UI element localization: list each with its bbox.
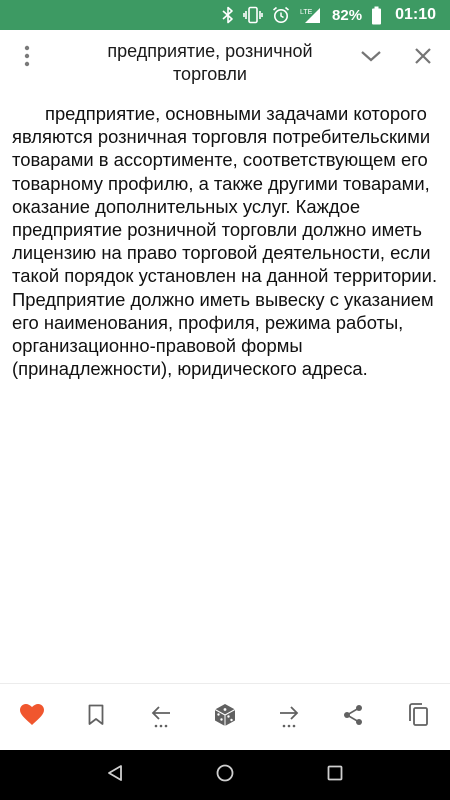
battery-percent: 82% <box>332 6 363 24</box>
heart-icon <box>20 704 45 731</box>
share-button[interactable] <box>321 684 385 751</box>
share-icon <box>342 704 364 731</box>
dice-icon <box>213 703 237 732</box>
nav-recents-button[interactable] <box>315 755 355 795</box>
page-title-line1: предприятие, розничной <box>107 41 313 61</box>
system-nav-bar <box>0 750 450 800</box>
expand-button[interactable] <box>356 44 386 72</box>
page-title: предприятие, розничной торговли <box>60 40 360 86</box>
recents-icon <box>327 765 343 786</box>
bluetooth-icon <box>222 6 234 24</box>
network-label: LTE <box>300 9 313 16</box>
copy-icon <box>407 703 429 732</box>
bookmark-button[interactable] <box>64 684 128 751</box>
nav-back-button[interactable] <box>95 755 135 795</box>
close-button[interactable] <box>409 44 437 72</box>
arrow-right-icon <box>277 702 301 733</box>
alarm-icon <box>272 6 290 24</box>
arrow-left-icon <box>149 702 173 733</box>
next-button[interactable] <box>257 684 321 751</box>
more-vert-icon <box>24 45 30 72</box>
battery-icon <box>371 6 382 25</box>
bookmark-icon <box>88 704 104 731</box>
bottom-toolbar <box>0 683 450 751</box>
previous-button[interactable] <box>129 684 193 751</box>
favorite-button[interactable] <box>0 684 64 751</box>
app-header: предприятие, розничной торговли <box>0 30 450 98</box>
back-icon <box>106 764 124 787</box>
clock: 01:10 <box>395 6 436 23</box>
home-icon <box>215 763 235 788</box>
signal-icon: LTE <box>299 6 321 24</box>
random-button[interactable] <box>193 684 257 751</box>
close-icon <box>414 47 432 70</box>
vibrate-icon <box>243 6 263 24</box>
nav-home-button[interactable] <box>205 755 245 795</box>
chevron-down-icon <box>360 49 382 68</box>
more-options-button[interactable] <box>14 44 40 72</box>
article-text: предприятие, основными задачами которого… <box>12 103 438 380</box>
copy-button[interactable] <box>386 684 450 751</box>
status-bar: LTE 82% 01:10 <box>0 0 450 30</box>
page-title-line2: торговли <box>173 64 247 84</box>
